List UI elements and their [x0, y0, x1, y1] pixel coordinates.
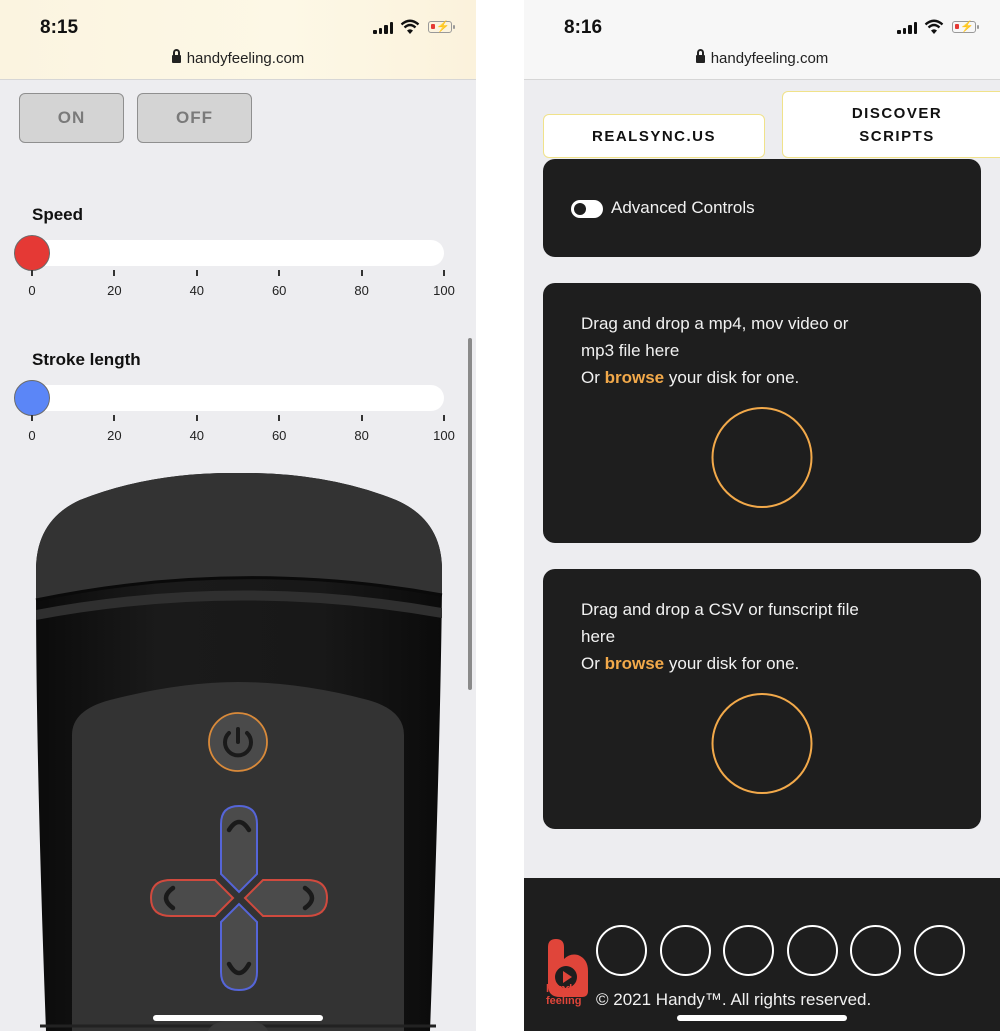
script-drop-line2: here [581, 627, 616, 646]
lock-icon [695, 49, 705, 63]
toggle-thumb [574, 203, 586, 215]
slider-tick [195, 270, 198, 276]
url-text: handyfeeling.com [186, 50, 305, 67]
slider-tick [113, 270, 116, 276]
social-link-icon[interactable] [913, 925, 965, 976]
slider-tick [443, 415, 445, 421]
on-button[interactable]: ON [19, 93, 124, 143]
url-text: handyfeeling.com [710, 50, 829, 67]
script-upload-circle-icon[interactable] [711, 693, 813, 794]
clock: 8:16 [564, 17, 603, 38]
video-drop-zone[interactable]: Drag and drop a mp4, mov video or mp3 fi… [543, 283, 981, 543]
speed-label: Speed [32, 205, 84, 224]
speed-slider-track[interactable] [16, 240, 444, 266]
social-link-icon[interactable] [723, 925, 774, 976]
speed-slider-ticks: 0 20 40 60 80 100 [28, 270, 455, 300]
script-browse-link[interactable]: browse [605, 654, 665, 673]
script-drop-line1: Drag and drop a CSV or funscript file [581, 600, 859, 619]
signal-icon [897, 22, 917, 34]
home-indicator [153, 1015, 323, 1021]
tab-discover-label-line1: DISCOVER [851, 104, 943, 122]
tab-discover-scripts[interactable]: DISCOVER SCRIPTS [782, 91, 1000, 158]
advanced-controls-label: Advanced Controls [611, 198, 755, 217]
tab-discover-label-line2: SCRIPTS [859, 127, 935, 145]
script-drop-suffix: your disk for one. [664, 654, 800, 673]
battery-icon: ⚡ [428, 21, 455, 33]
social-link-icon[interactable] [850, 925, 901, 976]
script-drop-prefix: Or [581, 654, 605, 673]
video-drop-line1: Drag and drop a mp4, mov video or [581, 314, 849, 333]
home-indicator [677, 1015, 847, 1021]
social-link-icon[interactable] [786, 925, 838, 976]
dpad-right-button[interactable] [243, 879, 329, 917]
slider-tick-label: 80 [354, 283, 369, 298]
slider-tick-label: 40 [189, 283, 205, 298]
battery-icon: ⚡ [952, 21, 979, 33]
wifi-icon [924, 19, 944, 34]
dpad-down-button[interactable] [220, 902, 258, 992]
stroke-length-slider-knob[interactable] [14, 380, 50, 416]
right-screen: 8:16 ⚡ handyfeeling.com REALSYNC.US DISC… [524, 0, 1000, 1031]
address-bar[interactable]: handyfeeling.com [524, 49, 1000, 67]
power-button[interactable] [207, 711, 269, 773]
slider-tick-label: 0 [28, 283, 36, 298]
video-drop-instructions: Drag and drop a mp4, mov video or mp3 fi… [581, 310, 951, 391]
footer: handy feeling © 2021 Handy™. All rights … [524, 878, 1000, 1031]
social-link-icon[interactable] [659, 925, 711, 976]
slider-tick-label: 20 [107, 428, 122, 443]
slider-tick [31, 415, 33, 421]
video-drop-suffix: your disk for one. [664, 368, 800, 387]
dpad [149, 804, 329, 992]
slider-tick-label: 0 [28, 428, 36, 443]
social-link-icon[interactable] [596, 925, 647, 976]
copyright-text: © 2021 Handy™. All rights reserved. [596, 990, 872, 1009]
speed-slider-knob[interactable] [14, 235, 50, 271]
left-screen: 8:15 ⚡ handyfeeling.com ON OFF Speed 0 20… [0, 0, 476, 1031]
slider-tick-label: 40 [189, 428, 205, 443]
tab-realsync[interactable]: REALSYNC.US [543, 114, 765, 158]
slider-tick-label: 100 [433, 428, 455, 443]
slider-tick-label: 20 [107, 283, 122, 298]
video-upload-circle-icon[interactable] [711, 407, 813, 508]
slider-tick [195, 415, 198, 421]
slider-tick [443, 270, 445, 276]
address-bar[interactable]: handyfeeling.com [0, 49, 476, 67]
slider-tick [278, 415, 281, 421]
off-button[interactable]: OFF [137, 93, 252, 143]
clock: 8:15 [40, 17, 79, 38]
slider-tick-label: 60 [271, 428, 287, 443]
logo-line1: handy [546, 983, 579, 995]
script-drop-instructions: Drag and drop a CSV or funscript file he… [581, 596, 951, 677]
slider-tick [31, 270, 33, 276]
slider-tick [278, 270, 281, 276]
stroke-length-label: Stroke length [32, 350, 141, 369]
logo-wordmark: handy feeling [546, 983, 581, 1007]
tab-realsync-label: REALSYNC.US [591, 127, 716, 145]
dpad-up-button[interactable] [220, 804, 258, 894]
stroke-length-slider-ticks: 0 20 40 60 80 100 [28, 415, 455, 445]
slider-tick [360, 415, 363, 421]
lock-icon [171, 49, 181, 63]
slider-tick-label: 100 [433, 283, 455, 298]
browser-status-bar: 8:15 ⚡ handyfeeling.com [0, 0, 476, 80]
slider-tick-label: 60 [271, 283, 287, 298]
script-drop-zone[interactable]: Drag and drop a CSV or funscript file he… [543, 569, 981, 829]
slider-tick-label: 80 [354, 428, 369, 443]
dpad-left-button[interactable] [149, 879, 235, 917]
slider-tick [113, 415, 116, 421]
video-drop-prefix: Or [581, 368, 605, 387]
browser-status-bar: 8:16 ⚡ handyfeeling.com [524, 0, 1000, 80]
signal-icon [373, 22, 393, 34]
video-drop-line2: mp3 file here [581, 341, 680, 360]
advanced-controls-card: Advanced Controls [543, 159, 981, 257]
slider-tick [360, 270, 363, 276]
stroke-length-slider-track[interactable] [16, 385, 444, 411]
video-browse-link[interactable]: browse [605, 368, 665, 387]
wifi-icon [400, 19, 420, 34]
advanced-controls-toggle[interactable] [571, 200, 603, 218]
logo-line2: feeling [546, 995, 582, 1007]
